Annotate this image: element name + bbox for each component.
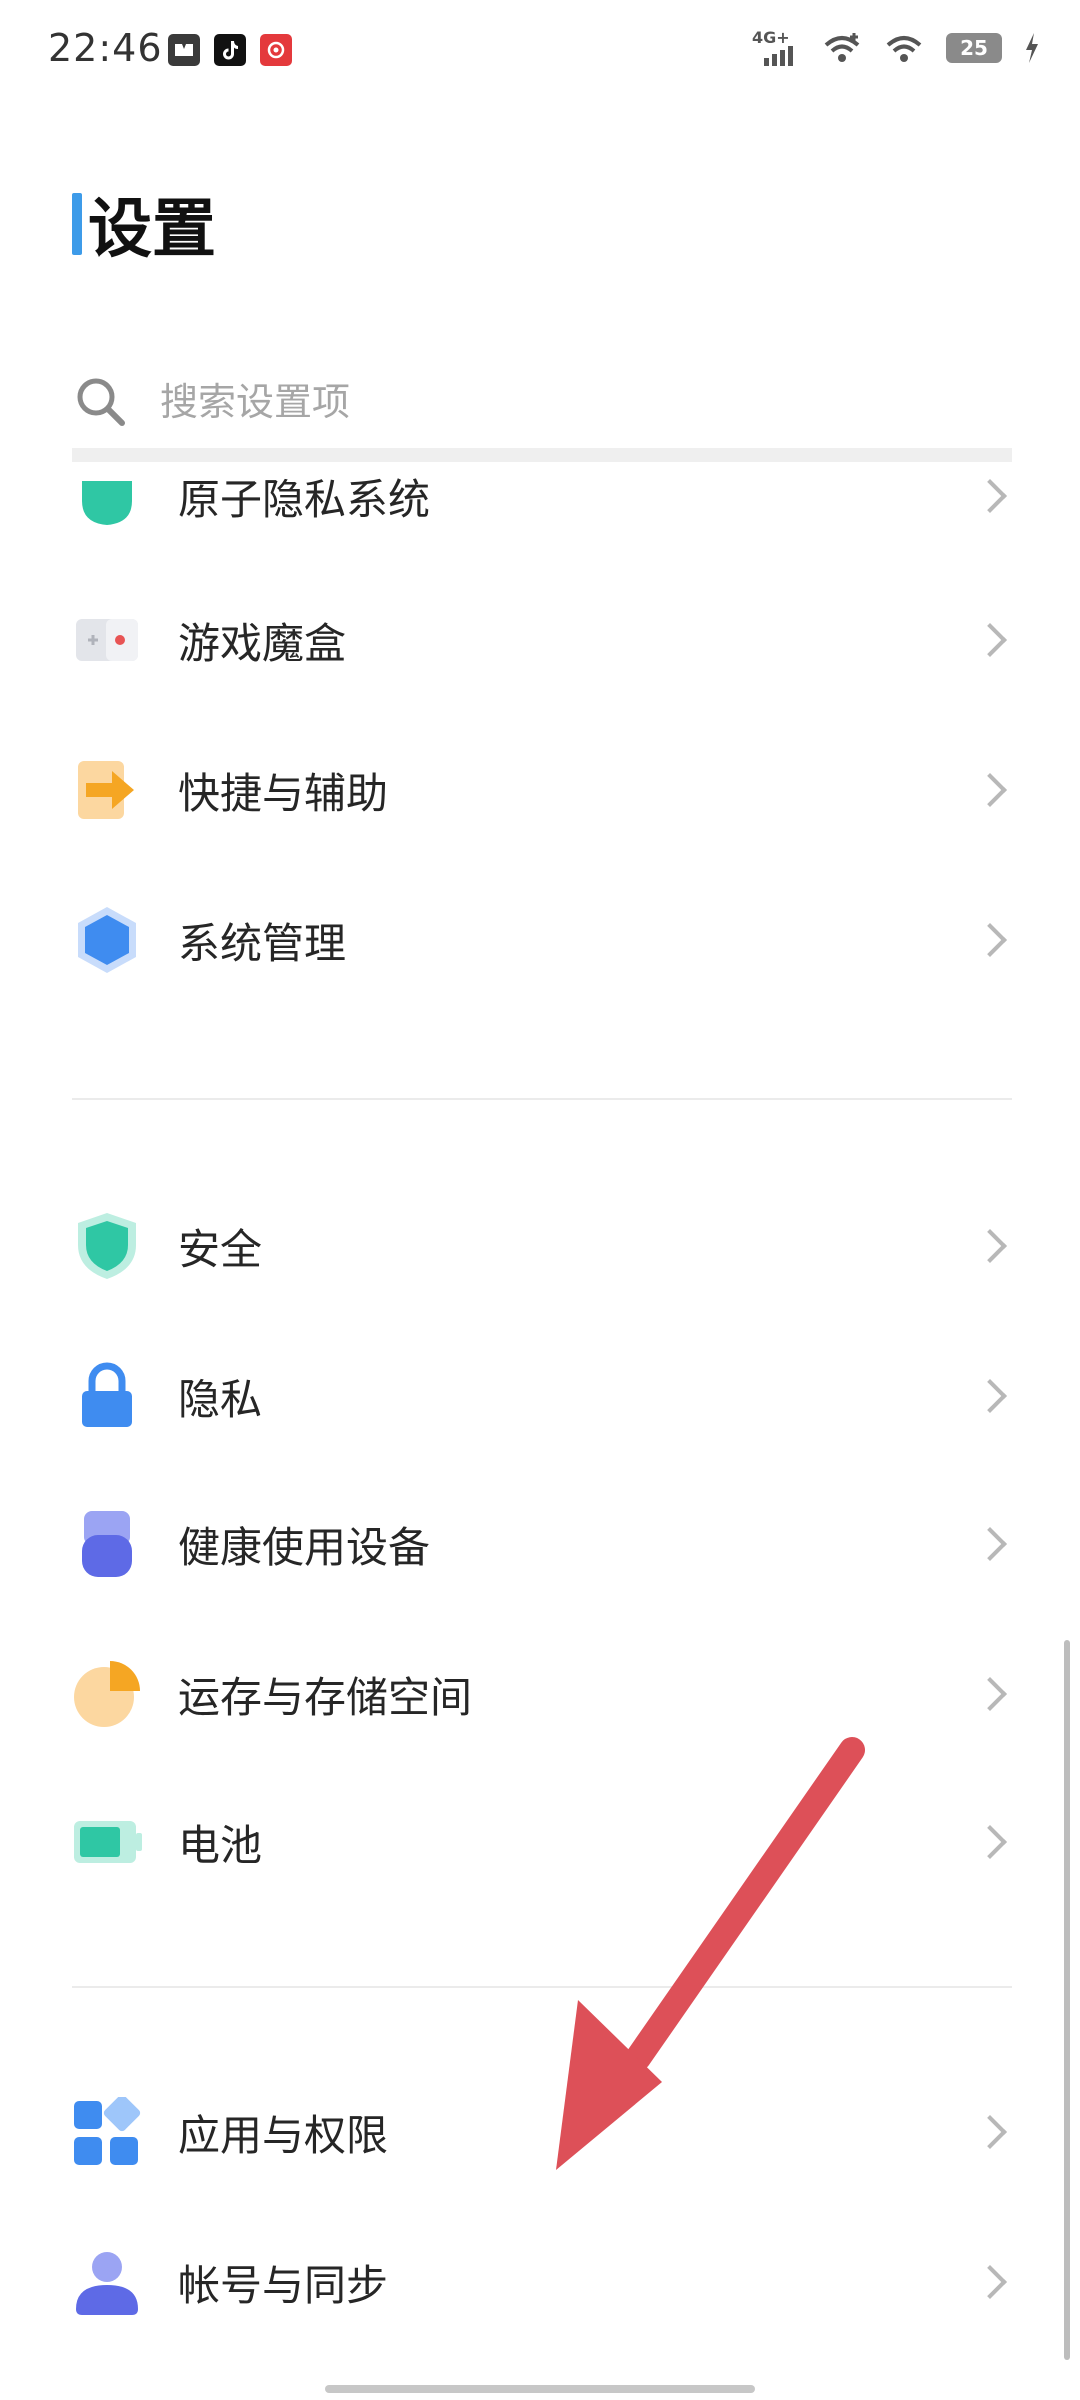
section-divider	[72, 1098, 1012, 1100]
search-icon	[72, 373, 130, 431]
page-header: 设置	[72, 178, 216, 270]
battery-icon	[72, 1807, 142, 1877]
settings-item-label: 游戏魔盒	[178, 618, 347, 668]
chevron-right-icon	[972, 1226, 1012, 1266]
settings-item-game-box[interactable]: 游戏魔盒	[72, 580, 1012, 700]
chevron-right-icon	[972, 1822, 1012, 1862]
settings-item-storage[interactable]: 运存与存储空间	[72, 1634, 1012, 1754]
settings-item-label: 快捷与辅助	[178, 768, 389, 818]
settings-item-label: 电池	[178, 1820, 263, 1870]
search-bar[interactable]	[72, 360, 1012, 444]
settings-item-label: 安全	[178, 1224, 263, 1274]
settings-item-atom-privacy[interactable]: 原子隐私系统	[72, 436, 1012, 556]
settings-item-account-sync[interactable]: 帐号与同步	[72, 2222, 1012, 2342]
settings-item-label: 系统管理	[178, 918, 347, 968]
netease-music-icon	[260, 34, 292, 66]
chevron-right-icon	[972, 476, 1012, 516]
page-title: 设置	[88, 193, 216, 267]
settings-item-label: 运存与存储空间	[178, 1672, 473, 1722]
settings-item-digital-wellbeing[interactable]: 健康使用设备	[72, 1484, 1012, 1604]
account-person-icon	[72, 2247, 142, 2317]
scrollbar[interactable]	[1064, 1640, 1070, 2360]
atom-privacy-icon	[72, 461, 142, 531]
home-indicator[interactable]	[325, 2385, 755, 2393]
settings-item-apps-permissions[interactable]: 应用与权限	[72, 2072, 1012, 2192]
hexagon-system-icon	[72, 905, 142, 975]
search-input[interactable]	[158, 379, 862, 425]
chevron-right-icon	[972, 1376, 1012, 1416]
settings-item-battery[interactable]: 电池	[72, 1782, 1012, 1902]
apps-grid-icon	[72, 2094, 142, 2167]
settings-item-label: 帐号与同步	[178, 2260, 389, 2310]
chevron-right-icon	[972, 620, 1012, 660]
chevron-right-icon	[972, 1524, 1012, 1564]
cellular-signal-icon: 4G+	[752, 28, 800, 66]
chevron-right-icon	[972, 1674, 1012, 1714]
battery-indicator: 25	[946, 33, 1002, 63]
title-accent-bar	[72, 193, 82, 255]
wifi-icon	[886, 36, 922, 62]
digital-wellbeing-icon	[72, 1509, 142, 1579]
status-time: 22:46	[48, 26, 163, 70]
status-bar: 22:46 4G+ 25	[0, 0, 1080, 110]
wifi-plus-icon	[824, 33, 860, 62]
settings-item-label: 应用与权限	[178, 2110, 389, 2160]
settings-item-label: 原子隐私系统	[178, 474, 431, 524]
status-right: 4G+ 25	[752, 28, 1040, 66]
settings-item-shortcuts[interactable]: 快捷与辅助	[72, 730, 1012, 850]
network-type: 4G+	[752, 28, 790, 47]
chevron-right-icon	[972, 770, 1012, 810]
game-box-icon	[72, 605, 142, 675]
shield-icon	[72, 1211, 142, 1281]
storage-pie-icon	[72, 1659, 142, 1729]
messenger-icon	[168, 34, 200, 66]
lock-icon	[72, 1361, 142, 1431]
chevron-right-icon	[972, 2112, 1012, 2152]
shortcut-arrow-icon	[72, 755, 142, 825]
chevron-right-icon	[972, 920, 1012, 960]
tiktok-icon	[214, 34, 246, 66]
settings-item-label: 隐私	[178, 1374, 263, 1424]
notification-icons	[168, 34, 292, 66]
chevron-right-icon	[972, 2262, 1012, 2302]
settings-item-system-management[interactable]: 系统管理	[72, 880, 1012, 1000]
charging-bolt-icon	[1026, 33, 1038, 63]
settings-item-label: 健康使用设备	[178, 1522, 431, 1572]
section-divider	[72, 1986, 1012, 1988]
settings-item-security[interactable]: 安全	[72, 1186, 1012, 1306]
settings-item-privacy[interactable]: 隐私	[72, 1336, 1012, 1456]
